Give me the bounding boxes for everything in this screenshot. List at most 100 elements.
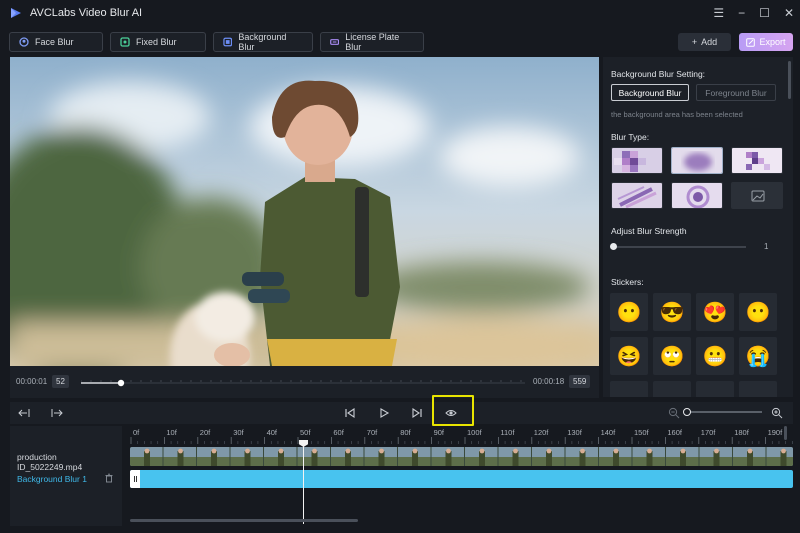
timeline-tracks[interactable]: 0f 10f 20f 30f 40f 50f 60f 70f 80f 90f 100f 110f 120… [124, 426, 793, 526]
current-frame-field[interactable]: 52 [52, 375, 69, 388]
play-icon[interactable] [378, 407, 390, 419]
scrub-ruler[interactable] [81, 379, 525, 387]
blur-type-motion-scatter[interactable] [611, 182, 663, 209]
trim-end-icon[interactable] [51, 407, 63, 419]
blur-track-label[interactable]: Background Blur 1 [17, 474, 87, 484]
ruler-label: 140f [601, 428, 617, 437]
ruler-label: 30f [233, 428, 244, 437]
preview-frame [10, 57, 599, 366]
zoom-slider[interactable] [683, 408, 762, 416]
video-thumbnail [431, 447, 464, 466]
sticker-item[interactable]: 😎 [653, 293, 691, 331]
next-frame-icon[interactable] [411, 407, 423, 419]
blur-strength-slider[interactable] [610, 243, 746, 250]
ruler-label: 100f [467, 428, 483, 437]
video-thumbnail [163, 447, 196, 466]
sticker-item[interactable]: 😶 [610, 293, 648, 331]
zoom-knob[interactable] [683, 408, 691, 416]
ruler-label: 90f [434, 428, 445, 437]
face-blur-label: Face Blur [35, 37, 74, 47]
zoom-out-icon[interactable] [668, 407, 680, 419]
foreground-blur-option[interactable]: Foreground Blur [696, 84, 776, 101]
sticker-item[interactable]: 😭 [739, 337, 777, 375]
sticker-item[interactable]: 😍 [696, 293, 734, 331]
blur-type-title: Blur Type: [611, 132, 650, 142]
license-plate-blur-button[interactable]: License Plate Blur [320, 32, 424, 52]
face-blur-button[interactable]: Face Blur [9, 32, 103, 52]
background-blur-option[interactable]: Background Blur [611, 84, 689, 101]
stickers-title: Stickers: [611, 277, 644, 287]
blur-type-radial[interactable] [671, 182, 723, 209]
add-label: Add [701, 37, 718, 47]
timeline-toolbar [10, 402, 793, 424]
ruler-label: 150f [634, 428, 650, 437]
blur-type-pixelate[interactable] [731, 147, 783, 174]
maximize-icon[interactable]: ☐ [759, 7, 770, 19]
video-thumbnail [766, 447, 793, 466]
blur-type-mosaic[interactable] [611, 147, 663, 174]
minimize-icon[interactable]: − [738, 7, 745, 19]
blur-type-custom-image[interactable] [731, 182, 783, 209]
current-time: 00:00:01 [16, 377, 48, 386]
ruler-label: 20f [200, 428, 211, 437]
blur-strength-title: Adjust Blur Strength [611, 226, 687, 236]
background-blur-label: Background Blur [238, 32, 287, 52]
video-thumbnail [632, 447, 665, 466]
trash-icon[interactable] [104, 473, 114, 483]
timeline-ruler[interactable]: 0f 10f 20f 30f 40f 50f 60f 70f 80f 90f 100f 110f 120… [124, 426, 793, 444]
video-thumbnail [532, 447, 565, 466]
sticker-item[interactable] [610, 381, 648, 397]
video-thumbnails [130, 447, 793, 466]
license-plate-icon [330, 39, 340, 45]
blur-clip-handle[interactable] [130, 470, 140, 488]
video-thumbnail [599, 447, 632, 466]
video-thumbnail [565, 447, 598, 466]
end-time: 00:00:18 [533, 377, 565, 386]
window-controls: ☰ − ☐ ✕ [713, 0, 794, 26]
video-thumbnail [699, 447, 732, 466]
trim-start-icon[interactable] [18, 407, 30, 419]
video-track[interactable] [130, 447, 793, 466]
sticker-item[interactable] [696, 381, 734, 397]
close-icon[interactable]: ✕ [784, 7, 794, 19]
video-thumbnail [498, 447, 531, 466]
app-logo-icon [11, 8, 21, 18]
panel-scrollbar[interactable] [788, 61, 791, 99]
background-blur-button[interactable]: Background Blur [213, 32, 313, 52]
ruler-label: 80f [400, 428, 411, 437]
sticker-item[interactable] [653, 381, 691, 397]
sticker-item[interactable]: 😆 [610, 337, 648, 375]
zoom-in-icon[interactable] [771, 407, 783, 419]
sticker-emoji: 😆 [616, 345, 642, 368]
license-plate-blur-label: License Plate Blur [345, 32, 400, 52]
sticker-item[interactable] [739, 381, 777, 397]
export-button[interactable]: Export [739, 33, 793, 51]
fixed-blur-button[interactable]: Fixed Blur [110, 32, 206, 52]
sticker-item[interactable]: 🙄 [653, 337, 691, 375]
add-button[interactable]: + Add [678, 33, 731, 51]
timeline-vertical-scrollbar[interactable] [784, 426, 787, 440]
sticker-emoji: 😶 [745, 301, 771, 324]
sticker-item[interactable]: 😬 [696, 337, 734, 375]
timeline-horizontal-scrollbar[interactable] [130, 519, 358, 522]
playhead[interactable] [303, 440, 304, 524]
track-labels: production ID_5022249.mp4 Background Blu… [10, 426, 122, 526]
scrub-knob[interactable] [117, 379, 125, 387]
previous-frame-icon[interactable] [344, 407, 356, 419]
ruler-label: 170f [701, 428, 717, 437]
blur-type-gaussian[interactable] [671, 147, 723, 174]
ruler-label: 130f [567, 428, 583, 437]
sticker-item[interactable]: 😶 [739, 293, 777, 331]
blur-strength-knob[interactable] [610, 243, 617, 250]
ruler-label: 10f [166, 428, 177, 437]
video-preview[interactable] [10, 57, 599, 366]
blur-track-clip[interactable] [130, 470, 793, 488]
menu-icon[interactable]: ☰ [713, 7, 724, 19]
ruler-label: 70f [367, 428, 378, 437]
video-thumbnail [666, 447, 699, 466]
highlight-box [432, 395, 474, 426]
face-icon [19, 37, 29, 47]
sticker-grid: 😶 😎 😍 😶 😆 🙄 😬 😭 [610, 293, 777, 397]
video-thumbnail [264, 447, 297, 466]
playhead-handle[interactable] [299, 440, 308, 447]
